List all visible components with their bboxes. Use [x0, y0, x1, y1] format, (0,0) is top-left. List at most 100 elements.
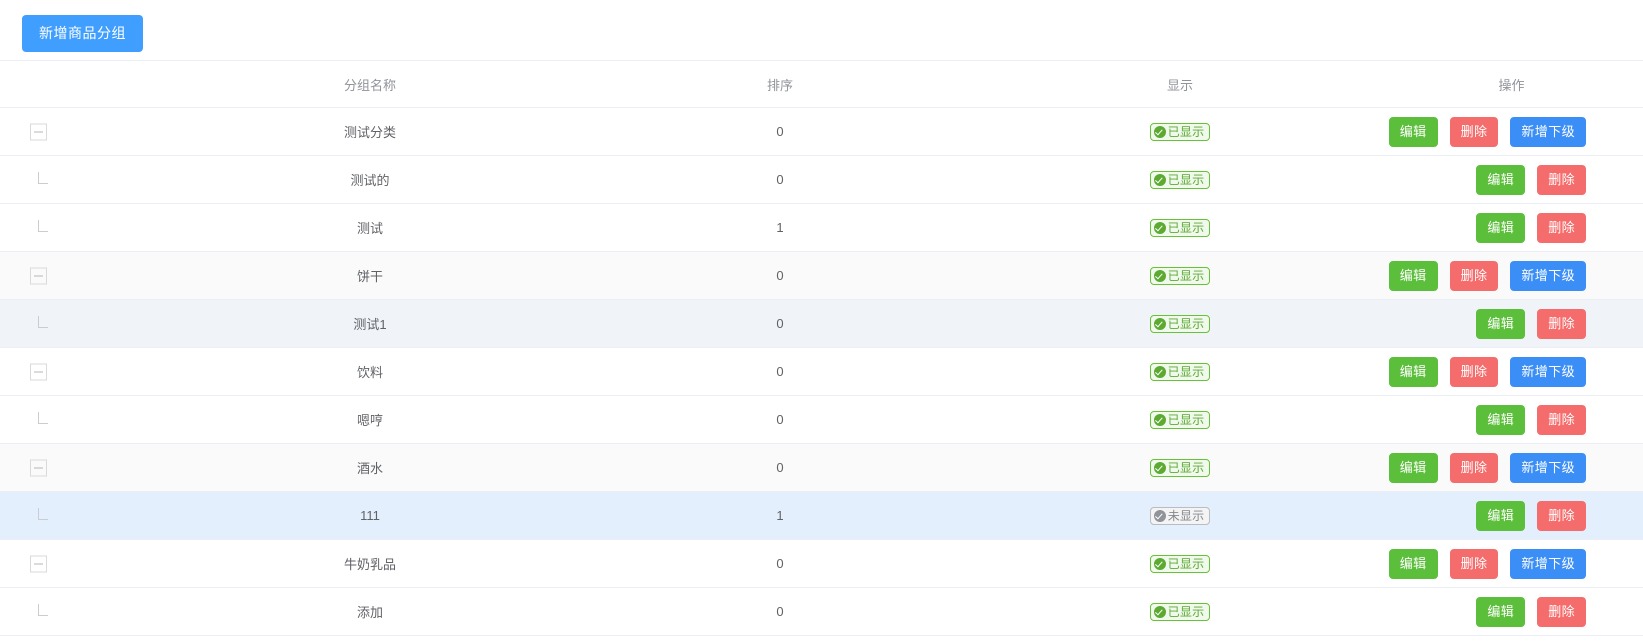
check-circle-icon	[1153, 557, 1166, 570]
tree-toggle-cell	[0, 491, 160, 540]
edit-button[interactable]: 编辑	[1388, 260, 1438, 291]
status-badge-label: 已显示	[1167, 316, 1205, 331]
sort-value-cell: 0	[580, 587, 980, 636]
visibility-cell: 已显示	[980, 587, 1380, 636]
edit-button[interactable]: 编辑	[1476, 500, 1526, 531]
add-sub-group-button[interactable]: 新增下级	[1510, 356, 1586, 387]
operations-cell: 编辑 删除 新增下级	[1380, 347, 1643, 396]
delete-button[interactable]: 删除	[1537, 308, 1586, 339]
tree-toggle-cell	[0, 107, 160, 156]
delete-button[interactable]: 删除	[1449, 452, 1499, 483]
collapse-minus-icon[interactable]	[30, 555, 47, 572]
status-badge-label: 未显示	[1167, 508, 1205, 523]
add-sub-group-button[interactable]: 新增下级	[1510, 548, 1586, 579]
tree-toggle-cell	[0, 251, 160, 300]
add-sub-group-button[interactable]: 新增下级	[1510, 452, 1586, 483]
table-row[interactable]: 嗯哼 0 已显示 编辑 删除	[0, 395, 1643, 444]
delete-button[interactable]: 删除	[1449, 260, 1499, 291]
edit-button[interactable]: 编辑	[1476, 308, 1526, 339]
column-header-sort: 排序	[580, 61, 980, 108]
table-row[interactable]: 测试分类 0 已显示 编辑 删除 新增下级	[0, 107, 1643, 156]
edit-button[interactable]: 编辑	[1476, 404, 1526, 435]
sort-value-cell: 0	[580, 155, 980, 204]
operations-cell: 编辑 删除	[1380, 587, 1643, 636]
collapse-minus-icon[interactable]	[30, 267, 47, 284]
operations-cell: 编辑 删除	[1380, 299, 1643, 348]
delete-button[interactable]: 删除	[1449, 356, 1499, 387]
delete-button[interactable]: 删除	[1537, 596, 1586, 627]
status-badge-label: 已显示	[1167, 412, 1205, 427]
status-badge: 已显示	[1149, 410, 1211, 429]
collapse-minus-icon[interactable]	[30, 363, 47, 380]
status-badge-label: 已显示	[1167, 124, 1205, 139]
operations-cell: 编辑 删除	[1380, 203, 1643, 252]
table-row[interactable]: 测试的 0 已显示 编辑 删除	[0, 155, 1643, 204]
tree-branch-icon	[38, 315, 48, 328]
tree-toggle-cell	[0, 539, 160, 588]
sort-value-cell: 0	[580, 251, 980, 300]
operations-cell: 编辑 删除 新增下级	[1380, 539, 1643, 588]
edit-button[interactable]: 编辑	[1388, 548, 1438, 579]
check-circle-icon	[1153, 317, 1166, 330]
collapse-minus-icon[interactable]	[30, 459, 47, 476]
table-row[interactable]: 111 1 未显示 编辑 删除	[0, 491, 1643, 540]
table-row[interactable]: 添加 0 已显示 编辑 删除	[0, 587, 1643, 636]
add-product-group-button[interactable]: 新增商品分组	[22, 15, 143, 52]
check-circle-icon	[1153, 221, 1166, 234]
table-row[interactable]: 饮料 0 已显示 编辑 删除 新增下级	[0, 347, 1643, 396]
group-name-cell: 饮料	[160, 347, 580, 396]
sort-value-cell: 1	[580, 203, 980, 252]
table-row[interactable]: 饼干 0 已显示 编辑 删除 新增下级	[0, 251, 1643, 300]
delete-button[interactable]: 删除	[1537, 212, 1586, 243]
edit-button[interactable]: 编辑	[1388, 452, 1438, 483]
add-sub-group-button[interactable]: 新增下级	[1510, 116, 1586, 147]
status-badge-label: 已显示	[1167, 364, 1205, 379]
delete-button[interactable]: 删除	[1449, 116, 1499, 147]
edit-button[interactable]: 编辑	[1388, 356, 1438, 387]
status-badge: 已显示	[1149, 218, 1211, 237]
delete-button[interactable]: 删除	[1449, 548, 1499, 579]
status-badge-label: 已显示	[1167, 556, 1205, 571]
operations-cell: 编辑 删除	[1380, 491, 1643, 540]
table-row[interactable]: 测试 1 已显示 编辑 删除	[0, 203, 1643, 252]
column-header-tree	[0, 61, 160, 108]
table-row[interactable]: 牛奶乳品 0 已显示 编辑 删除 新增下级	[0, 539, 1643, 588]
table-row[interactable]: 测试1 0 已显示 编辑 删除	[0, 299, 1643, 348]
sort-value-cell: 0	[580, 443, 980, 492]
visibility-cell: 已显示	[980, 443, 1380, 492]
collapse-minus-icon[interactable]	[30, 123, 47, 140]
edit-button[interactable]: 编辑	[1388, 116, 1438, 147]
edit-button[interactable]: 编辑	[1476, 212, 1526, 243]
delete-button[interactable]: 删除	[1537, 404, 1586, 435]
status-badge: 已显示	[1149, 554, 1211, 573]
operations-cell: 编辑 删除	[1380, 155, 1643, 204]
tree-toggle-cell	[0, 443, 160, 492]
delete-button[interactable]: 删除	[1537, 164, 1586, 195]
sort-value-cell: 0	[580, 395, 980, 444]
tree-branch-icon	[38, 411, 48, 424]
add-sub-group-button[interactable]: 新增下级	[1510, 260, 1586, 291]
check-circle-icon	[1153, 605, 1166, 618]
group-name-cell: 测试分类	[160, 107, 580, 156]
tree-toggle-cell	[0, 155, 160, 204]
status-badge-label: 已显示	[1167, 220, 1205, 235]
status-badge: 已显示	[1149, 170, 1211, 189]
tree-toggle-cell	[0, 347, 160, 396]
status-badge: 已显示	[1149, 122, 1211, 141]
check-circle-icon	[1153, 413, 1166, 426]
table-row[interactable]: 酒水 0 已显示 编辑 删除 新增下级	[0, 443, 1643, 492]
edit-button[interactable]: 编辑	[1476, 164, 1526, 195]
sort-value-cell: 0	[580, 107, 980, 156]
toolbar: 新增商品分组	[0, 0, 1643, 60]
visibility-cell: 已显示	[980, 539, 1380, 588]
delete-button[interactable]: 删除	[1537, 500, 1586, 531]
visibility-cell: 已显示	[980, 107, 1380, 156]
group-name-cell: 饼干	[160, 251, 580, 300]
tree-toggle-cell	[0, 299, 160, 348]
visibility-cell: 已显示	[980, 155, 1380, 204]
table-body: 测试分类 0 已显示 编辑 删除 新增下级 测试的 0 已显示 编辑 删除 测试 1 已显示 编辑 删除 饼干 0…	[0, 107, 1643, 636]
visibility-cell: 已显示	[980, 347, 1380, 396]
group-name-cell: 酒水	[160, 443, 580, 492]
edit-button[interactable]: 编辑	[1476, 596, 1526, 627]
status-badge: 已显示	[1149, 266, 1211, 285]
